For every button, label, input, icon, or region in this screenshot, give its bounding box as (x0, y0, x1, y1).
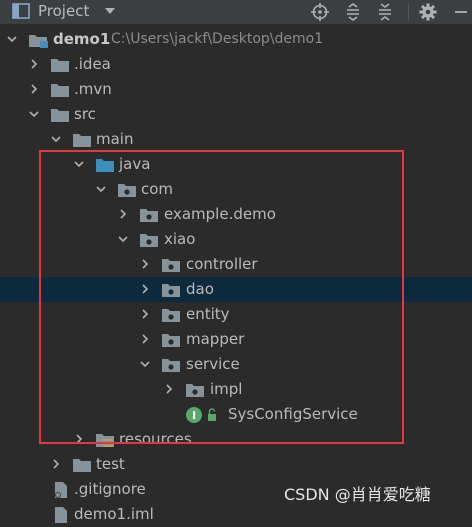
chevron-right-icon[interactable] (164, 384, 174, 394)
tree-item-example-demo[interactable]: example.demo (0, 202, 472, 227)
tree-item-label: src (74, 105, 96, 123)
chevron-down-icon[interactable] (29, 109, 39, 119)
tree-item-com[interactable]: com (0, 177, 472, 202)
chevron-down-icon[interactable] (7, 34, 17, 44)
tree-item-label: controller (186, 255, 258, 273)
package-icon (162, 334, 180, 347)
tree-item-label: java (119, 155, 151, 173)
source-folder-icon (96, 159, 114, 172)
tree-item-label: SysConfigService (228, 405, 358, 423)
folder-icon (73, 459, 91, 472)
tree-item-label: xiao (164, 230, 196, 248)
expand-all-icon[interactable] (344, 3, 362, 21)
tree-item-dao[interactable]: dao (0, 277, 472, 302)
package-icon (162, 259, 180, 272)
chevron-down-icon[interactable] (104, 6, 116, 16)
tree-item-label: entity (186, 305, 230, 323)
tree-item-impl[interactable]: impl (0, 377, 472, 402)
collapse-all-icon[interactable] (376, 3, 394, 21)
chevron-right-icon[interactable] (140, 309, 150, 319)
chevron-right-icon[interactable] (29, 84, 39, 94)
tree-item-label: mapper (186, 330, 245, 348)
chevron-right-icon[interactable] (29, 59, 39, 69)
package-icon (118, 184, 136, 197)
tree-item-idea[interactable]: .idea (0, 52, 472, 77)
tree-item-label: impl (210, 380, 243, 398)
chevron-right-icon[interactable] (140, 334, 150, 344)
tree-item-label: resources (119, 430, 192, 448)
chevron-right-icon[interactable] (74, 434, 84, 444)
package-icon (162, 309, 180, 322)
watermark: CSDN @肖肖爱吃糖 (284, 485, 431, 504)
tree-item-java[interactable]: java (0, 152, 472, 177)
chevron-down-icon[interactable] (96, 184, 106, 194)
crosshair-icon[interactable] (311, 3, 329, 21)
tree-item-main[interactable]: main (0, 127, 472, 152)
chevron-down-icon[interactable] (51, 134, 61, 144)
package-icon (140, 234, 158, 247)
tree-item-mvn[interactable]: .mvn (0, 77, 472, 102)
svg-text:I: I (192, 409, 196, 422)
tree-item-test[interactable]: test (0, 452, 472, 477)
folder-icon (51, 84, 69, 97)
package-icon (140, 209, 158, 222)
project-folder-icon (29, 35, 48, 48)
tree-item-label: demo1.iml (74, 505, 154, 523)
tree-item-resources[interactable]: resources (0, 427, 472, 452)
tree-item-service[interactable]: service (0, 352, 472, 377)
tree-item-label: com (141, 180, 174, 198)
chevron-down-icon[interactable] (140, 359, 150, 369)
tree-item-mapper[interactable]: mapper (0, 327, 472, 352)
package-icon (186, 384, 204, 397)
chevron-down-icon[interactable] (74, 159, 84, 169)
tree-item-label: .idea (74, 55, 111, 73)
package-icon (162, 284, 180, 297)
minimize-icon[interactable] (452, 3, 470, 21)
tree-item-label: .mvn (74, 80, 112, 98)
tree-item-label: demo1 (53, 30, 111, 48)
tree-item-controller[interactable]: controller (0, 252, 472, 277)
tree-item-label: example.demo (164, 205, 276, 223)
project-panel-header: Project (0, 0, 472, 24)
tree-item-label: main (96, 130, 134, 148)
tree-item-label: dao (186, 280, 214, 298)
tree-item-demo1-iml[interactable]: demo1.iml (0, 502, 472, 527)
gitignore-file-icon (55, 482, 67, 498)
gear-icon[interactable] (419, 3, 437, 21)
folder-icon (51, 59, 69, 72)
toolbar-separator (408, 3, 409, 21)
tree-item-label: test (96, 455, 125, 473)
tree-item-xiao[interactable]: xiao (0, 227, 472, 252)
tree-item-sysconfigservice[interactable]: I SysConfigService (0, 402, 472, 427)
tree-item-label: .gitignore (74, 480, 146, 498)
tree-item-entity[interactable]: entity (0, 302, 472, 327)
chevron-right-icon[interactable] (140, 259, 150, 269)
chevron-right-icon[interactable] (51, 459, 61, 469)
tree-item-src[interactable]: src (0, 102, 472, 127)
panel-title[interactable]: Project (38, 2, 89, 20)
tree-item-demo1[interactable]: demo1 C:\Users\jackf\Desktop\demo1 (0, 27, 472, 52)
folder-icon (51, 109, 69, 122)
resources-folder-icon (96, 434, 114, 447)
project-view-icon (12, 3, 30, 19)
project-path: C:\Users\jackf\Desktop\demo1 (111, 31, 324, 47)
package-icon (162, 359, 180, 372)
chevron-right-icon[interactable] (118, 209, 128, 219)
interface-icon: I (186, 407, 216, 423)
tree-item-label: service (186, 355, 240, 373)
chevron-down-icon[interactable] (118, 234, 128, 244)
chevron-right-icon[interactable] (140, 284, 150, 294)
iml-file-icon (55, 507, 67, 523)
folder-icon (73, 134, 91, 147)
